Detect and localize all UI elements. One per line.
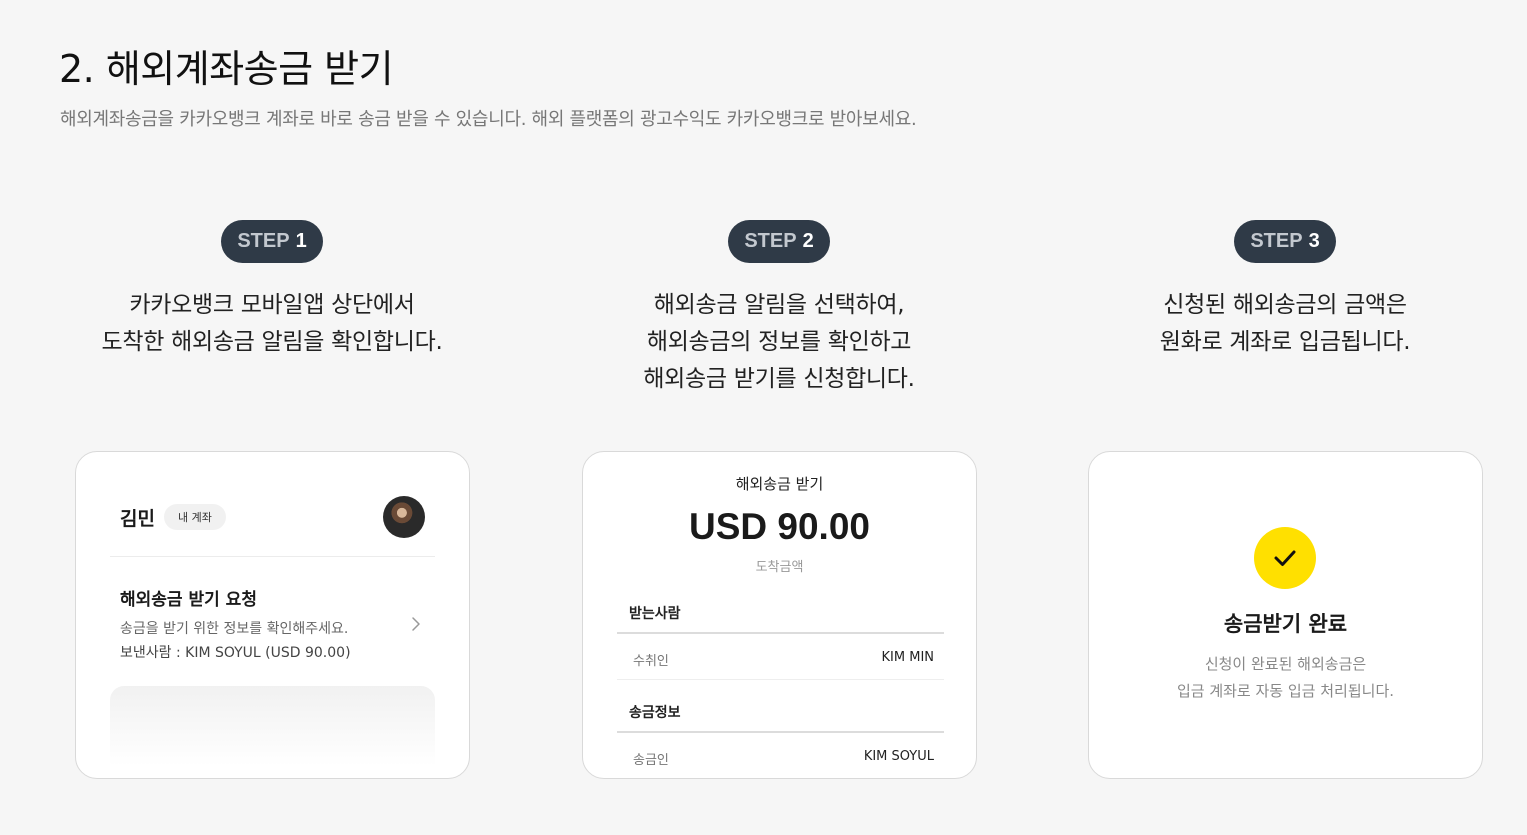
recipient-value: KIM MIN [881, 650, 934, 665]
divider [110, 556, 435, 557]
step-description: 신청된 해외송금의 금액은 원화로 계좌로 입금됩니다. [1159, 292, 1411, 355]
account-holder-name: 김민 [120, 507, 155, 530]
chevron-right-icon[interactable] [407, 615, 425, 633]
page-subtitle: 해외계좌송금을 카카오뱅크 계좌로 바로 송금 받을 수 있습니다. 해외 플랫… [60, 109, 917, 130]
my-account-chip[interactable]: 내 계좌 [163, 504, 226, 530]
divider [617, 731, 944, 733]
divider [617, 632, 944, 634]
step-badge-number: 1 [295, 230, 307, 252]
screen-title: 해외송금 받기 [735, 475, 824, 493]
step-1: STEP 1 카카오뱅크 모바일앱 상단에서 도착한 해외송금 알림을 확인합니… [62, 220, 482, 361]
sender-value: KIM SOYUL [863, 749, 934, 764]
transfer-info-section-title: 송금정보 [629, 705, 681, 721]
sender-key: 송금인 [633, 753, 669, 768]
complete-description: 신청이 완료된 해외송금은 [1204, 655, 1367, 673]
transfer-request-message: 송금을 받기 위한 정보를 확인해주세요. [120, 621, 349, 637]
step-1-preview-card: 김민 내 계좌 해외송금 받기 요청 송금을 받기 위한 정보를 확인해주세요.… [75, 451, 470, 779]
recipient-row: 수취인 KIM MIN [633, 650, 934, 669]
transfer-request-sender: 보낸사람 : KIM SOYUL (USD 90.00) [120, 645, 351, 661]
step-description: 카카오뱅크 모바일앱 상단에서 도착한 해외송금 알림을 확인합니다. [101, 292, 443, 355]
transfer-request-title[interactable]: 해외송금 받기 요청 [120, 585, 257, 610]
complete-title: 송금받기 완료 [1223, 612, 1348, 636]
step-badge-number: 2 [802, 230, 814, 252]
step-badge-word: STEP [1250, 230, 1303, 252]
step-badge-word: STEP [237, 230, 290, 252]
transfer-amount: USD 90.00 [689, 506, 870, 547]
recipient-key: 수취인 [633, 654, 669, 669]
sender-row: 송금인 KIM SOYUL [633, 749, 934, 768]
recipient-section-title: 받는사람 [629, 606, 681, 622]
step-3-preview-card: 송금받기 완료 신청이 완료된 해외송금은 입금 계좌로 자동 입금 처리됩니다… [1088, 451, 1483, 779]
faded-list-item [110, 686, 435, 766]
step-badge-2: STEP 2 [728, 220, 830, 263]
step-badge-word: STEP [744, 230, 797, 252]
divider [617, 679, 944, 680]
step-3: STEP 3 신청된 해외송금의 금액은 원화로 계좌로 입금됩니다. [1075, 220, 1495, 361]
complete-description: 입금 계좌로 자동 입금 처리됩니다. [1176, 682, 1395, 700]
transfer-amount-label: 도착금액 [755, 560, 804, 575]
step-description: 해외송금 알림을 선택하여, 해외송금의 정보를 확인하고 해외송금 받기를 신… [643, 292, 915, 392]
step-badge-3: STEP 3 [1234, 220, 1336, 263]
step-2-preview-card: 해외송금 받기 USD 90.00 도착금액 받는사람 수취인 KIM MIN … [582, 451, 977, 779]
page: 2. 해외계좌송금 받기 해외계좌송금을 카카오뱅크 계좌로 바로 송금 받을 … [0, 0, 1527, 835]
step-2: STEP 2 해외송금 알림을 선택하여, 해외송금의 정보를 확인하고 해외송… [569, 220, 989, 398]
avatar[interactable] [383, 496, 425, 538]
step-badge-number: 3 [1308, 230, 1320, 252]
page-title: 2. 해외계좌송금 받기 [59, 47, 394, 91]
account-header: 김민 내 계좌 [120, 496, 425, 538]
step-badge-1: STEP 1 [221, 220, 323, 263]
check-icon [1254, 527, 1316, 589]
